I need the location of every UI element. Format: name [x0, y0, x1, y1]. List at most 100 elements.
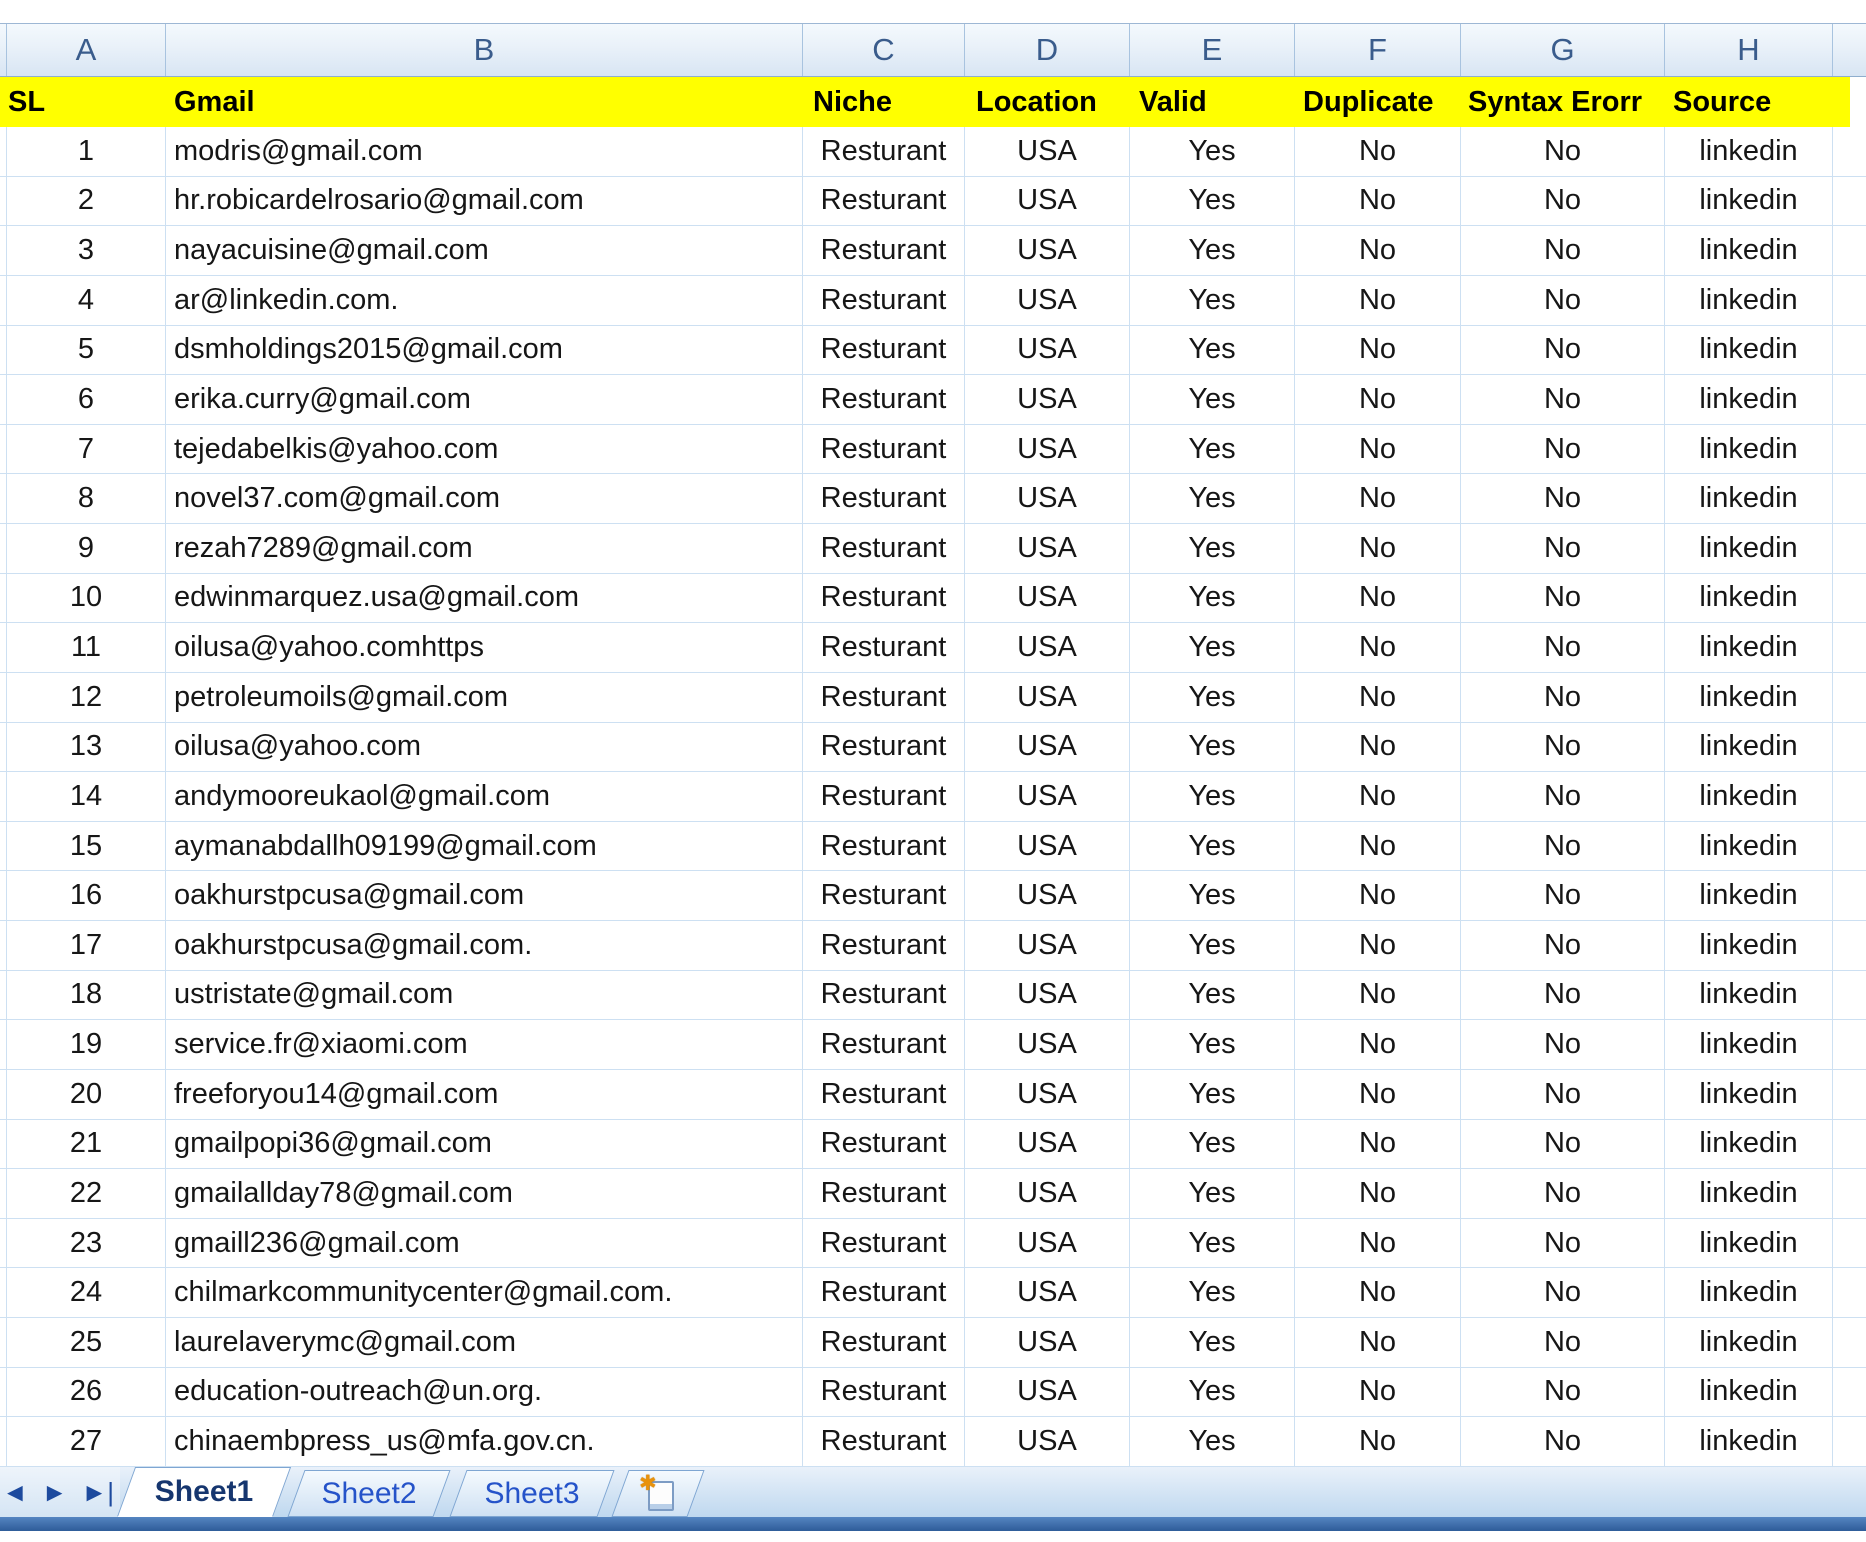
cell-valid[interactable]: Yes [1130, 1020, 1295, 1069]
cell-location[interactable]: USA [965, 1020, 1130, 1069]
cell-source[interactable]: linkedin [1665, 723, 1833, 772]
cell-valid[interactable]: Yes [1130, 574, 1295, 623]
cell-valid[interactable]: Yes [1130, 673, 1295, 722]
cell-location[interactable]: USA [965, 474, 1130, 523]
cell-sl[interactable]: 24 [7, 1268, 166, 1317]
header-location[interactable]: Location [965, 77, 1130, 127]
cell-duplicate[interactable]: No [1295, 871, 1461, 920]
cell-gmail[interactable]: modris@gmail.com [166, 127, 803, 176]
cell-source[interactable]: linkedin [1665, 1070, 1833, 1119]
cell-location[interactable]: USA [965, 574, 1130, 623]
header-syntax-erorr[interactable]: Syntax Erorr [1461, 77, 1665, 127]
cell-niche[interactable]: Resturant [803, 1169, 965, 1218]
cell-source[interactable]: linkedin [1665, 1268, 1833, 1317]
cell-duplicate[interactable]: No [1295, 1268, 1461, 1317]
cell-duplicate[interactable]: No [1295, 921, 1461, 970]
cell-gmail[interactable]: dsmholdings2015@gmail.com [166, 326, 803, 375]
cell-source[interactable]: linkedin [1665, 871, 1833, 920]
tab-scroll-next-icon[interactable]: ► [42, 1479, 68, 1505]
cell-sl[interactable]: 16 [7, 871, 166, 920]
cell-valid[interactable]: Yes [1130, 326, 1295, 375]
cell-sl[interactable]: 26 [7, 1368, 166, 1417]
column-header-c[interactable]: C [803, 24, 965, 76]
cell-duplicate[interactable]: No [1295, 425, 1461, 474]
cell-duplicate[interactable]: No [1295, 326, 1461, 375]
cell-syntax-erorr[interactable]: No [1461, 971, 1665, 1020]
cell-source[interactable]: linkedin [1665, 276, 1833, 325]
cell-sl[interactable]: 22 [7, 1169, 166, 1218]
cell-sl[interactable]: 21 [7, 1120, 166, 1169]
cell-niche[interactable]: Resturant [803, 673, 965, 722]
cell-duplicate[interactable]: No [1295, 1070, 1461, 1119]
header-niche[interactable]: Niche [803, 77, 965, 127]
cell-sl[interactable]: 3 [7, 226, 166, 275]
cell-syntax-erorr[interactable]: No [1461, 276, 1665, 325]
cell-duplicate[interactable]: No [1295, 524, 1461, 573]
cell-niche[interactable]: Resturant [803, 772, 965, 821]
cell-duplicate[interactable]: No [1295, 1368, 1461, 1417]
cell-source[interactable]: linkedin [1665, 1120, 1833, 1169]
cell-niche[interactable]: Resturant [803, 1070, 965, 1119]
cell-syntax-erorr[interactable]: No [1461, 474, 1665, 523]
cell-niche[interactable]: Resturant [803, 723, 965, 772]
cell-duplicate[interactable]: No [1295, 623, 1461, 672]
cell-duplicate[interactable]: No [1295, 276, 1461, 325]
cell-sl[interactable]: 23 [7, 1219, 166, 1268]
cell-syntax-erorr[interactable]: No [1461, 375, 1665, 424]
cell-location[interactable]: USA [965, 822, 1130, 871]
cell-gmail[interactable]: rezah7289@gmail.com [166, 524, 803, 573]
cell-niche[interactable]: Resturant [803, 921, 965, 970]
cell-location[interactable]: USA [965, 226, 1130, 275]
insert-worksheet-tab[interactable]: ✱ [620, 1470, 696, 1517]
cell-niche[interactable]: Resturant [803, 971, 965, 1020]
cell-duplicate[interactable]: No [1295, 1417, 1461, 1466]
cell-duplicate[interactable]: No [1295, 1169, 1461, 1218]
cell-valid[interactable]: Yes [1130, 1070, 1295, 1119]
cell-location[interactable]: USA [965, 375, 1130, 424]
cell-duplicate[interactable]: No [1295, 1120, 1461, 1169]
cell-sl[interactable]: 7 [7, 425, 166, 474]
cell-valid[interactable]: Yes [1130, 226, 1295, 275]
cell-source[interactable]: linkedin [1665, 574, 1833, 623]
cell-sl[interactable]: 4 [7, 276, 166, 325]
cell-source[interactable]: linkedin [1665, 326, 1833, 375]
cell-valid[interactable]: Yes [1130, 524, 1295, 573]
cell-valid[interactable]: Yes [1130, 1219, 1295, 1268]
column-header-g[interactable]: G [1461, 24, 1665, 76]
cell-gmail[interactable]: chinaembpress_us@mfa.gov.cn. [166, 1417, 803, 1466]
cell-syntax-erorr[interactable]: No [1461, 1020, 1665, 1069]
cell-location[interactable]: USA [965, 921, 1130, 970]
cell-gmail[interactable]: nayacuisine@gmail.com [166, 226, 803, 275]
cell-gmail[interactable]: petroleumoils@gmail.com [166, 673, 803, 722]
cell-niche[interactable]: Resturant [803, 1318, 965, 1367]
cell-syntax-erorr[interactable]: No [1461, 921, 1665, 970]
cell-valid[interactable]: Yes [1130, 871, 1295, 920]
cell-valid[interactable]: Yes [1130, 1169, 1295, 1218]
cell-syntax-erorr[interactable]: No [1461, 226, 1665, 275]
cell-source[interactable]: linkedin [1665, 1020, 1833, 1069]
cell-location[interactable]: USA [965, 871, 1130, 920]
cell-location[interactable]: USA [965, 1219, 1130, 1268]
cell-gmail[interactable]: hr.robicardelrosario@gmail.com [166, 177, 803, 226]
cell-gmail[interactable]: gmailallday78@gmail.com [166, 1169, 803, 1218]
cell-syntax-erorr[interactable]: No [1461, 177, 1665, 226]
cell-sl[interactable]: 14 [7, 772, 166, 821]
cell-duplicate[interactable]: No [1295, 1318, 1461, 1367]
cell-valid[interactable]: Yes [1130, 723, 1295, 772]
cell-source[interactable]: linkedin [1665, 673, 1833, 722]
cell-sl[interactable]: 5 [7, 326, 166, 375]
cell-location[interactable]: USA [965, 1417, 1130, 1466]
cell-duplicate[interactable]: No [1295, 772, 1461, 821]
cell-niche[interactable]: Resturant [803, 127, 965, 176]
column-header-b[interactable]: B [166, 24, 803, 76]
cell-niche[interactable]: Resturant [803, 326, 965, 375]
cell-location[interactable]: USA [965, 276, 1130, 325]
cell-sl[interactable]: 9 [7, 524, 166, 573]
cell-source[interactable]: linkedin [1665, 1368, 1833, 1417]
tab-scroll-last-icon[interactable]: ►| [81, 1479, 114, 1505]
cell-valid[interactable]: Yes [1130, 623, 1295, 672]
cell-valid[interactable]: Yes [1130, 1368, 1295, 1417]
column-header-h[interactable]: H [1665, 24, 1833, 76]
cell-sl[interactable]: 13 [7, 723, 166, 772]
cell-source[interactable]: linkedin [1665, 1219, 1833, 1268]
